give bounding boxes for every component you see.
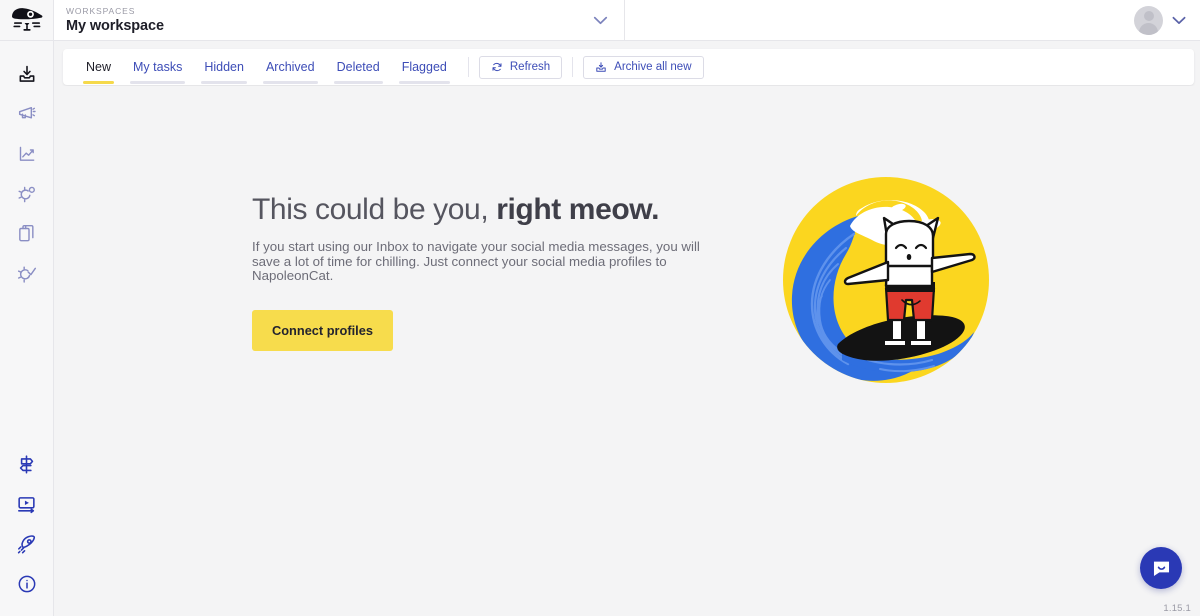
- sidebar-top-nav: [7, 41, 47, 294]
- connect-profiles-button[interactable]: Connect profiles: [252, 309, 393, 351]
- archive-all-new-button[interactable]: Archive all new: [583, 55, 704, 79]
- workspace-chevron[interactable]: [593, 16, 624, 25]
- empty-state-illustration: [780, 174, 992, 386]
- empty-state-title-bold: right meow.: [496, 193, 660, 226]
- megaphone-icon: [18, 106, 36, 119]
- tab-new[interactable]: New: [75, 49, 122, 85]
- tab-label: New: [86, 60, 112, 74]
- tab-underline: [83, 81, 115, 84]
- empty-state-copy: This could be you, right meow. If you st…: [252, 174, 707, 351]
- sidebar-item-inbox[interactable]: [7, 54, 47, 94]
- inbox-tabs: New My tasks Hidden Archived Deleted Fla: [75, 49, 458, 85]
- workspace-name: My workspace: [66, 17, 164, 34]
- tab-label: Deleted: [336, 60, 380, 74]
- sidebar-item-whats-new[interactable]: [7, 524, 47, 564]
- tab-flagged[interactable]: Flagged: [391, 49, 458, 85]
- app-root: WORKSPACES My workspace New My tasks Hid…: [0, 0, 1200, 616]
- rocket-icon: [17, 534, 36, 554]
- sidebar-item-help[interactable]: [7, 564, 47, 604]
- inbox-toolbar: New My tasks Hidden Archived Deleted Fla: [63, 49, 1194, 85]
- signpost-icon: [19, 454, 34, 474]
- tab-deleted[interactable]: Deleted: [326, 49, 391, 85]
- chat-bubble-smile-icon: [1153, 561, 1169, 576]
- sidebar-item-moderation[interactable]: [7, 254, 47, 294]
- sidebar-item-tutorials[interactable]: [7, 484, 47, 524]
- app-logo[interactable]: [0, 0, 54, 41]
- tab-archived[interactable]: Archived: [255, 49, 326, 85]
- tab-underline: [130, 81, 186, 84]
- copy-pages-icon: [18, 224, 34, 242]
- tab-underline: [201, 81, 247, 84]
- chevron-down-icon: [1172, 16, 1186, 24]
- empty-state-title: This could be you, right meow.: [252, 192, 707, 228]
- workspace-kicker: WORKSPACES: [66, 5, 136, 16]
- toolbar-divider: [572, 57, 574, 77]
- toolbar-divider: [467, 57, 469, 77]
- napoleoncat-cat-logo-icon: [11, 8, 42, 31]
- main-content: This could be you, right meow. If you st…: [54, 86, 1200, 616]
- tab-label: Archived: [265, 60, 315, 74]
- left-sidebar: [0, 0, 54, 616]
- tab-hidden[interactable]: Hidden: [193, 49, 255, 85]
- refresh-button[interactable]: Refresh: [478, 55, 563, 79]
- chevron-down-icon: [593, 16, 608, 24]
- video-player-icon: [18, 496, 35, 513]
- workspace-text: WORKSPACES My workspace: [66, 6, 593, 35]
- tab-label: Hidden: [204, 60, 244, 74]
- inbox-tray-icon: [19, 65, 34, 82]
- sidebar-item-content[interactable]: [7, 214, 47, 254]
- tab-underline: [333, 81, 383, 84]
- refresh-label: Refresh: [509, 61, 551, 73]
- app-version: 1.15.1: [1163, 603, 1191, 614]
- top-bar: WORKSPACES My workspace: [54, 0, 1200, 41]
- inbox-empty-state: This could be you, right meow. If you st…: [252, 174, 992, 386]
- info-circle-icon: [18, 575, 35, 593]
- sidebar-bottom-nav: [7, 444, 47, 616]
- tab-label: My tasks: [133, 60, 183, 74]
- user-menu[interactable]: [1134, 5, 1186, 35]
- empty-state-title-light: This could be you,: [252, 193, 489, 226]
- gear-automation-icon: [17, 186, 35, 203]
- tab-label: Flagged: [401, 60, 447, 74]
- refresh-circular-arrow-icon: [492, 62, 502, 72]
- workspace-selector[interactable]: WORKSPACES My workspace: [54, 0, 625, 40]
- intercom-launcher[interactable]: [1140, 547, 1182, 589]
- topbar-right: [625, 0, 1200, 40]
- sidebar-item-getting-started[interactable]: [7, 444, 47, 484]
- sidebar-item-analytics[interactable]: [7, 134, 47, 174]
- archive-label: Archive all new: [614, 61, 692, 73]
- surfing-cat-illustration-icon: [783, 177, 989, 383]
- archive-tray-icon: [596, 62, 606, 72]
- tab-underline: [398, 81, 450, 84]
- line-chart-icon: [19, 146, 34, 161]
- sidebar-item-publisher[interactable]: [7, 94, 47, 134]
- tab-my-tasks[interactable]: My tasks: [122, 49, 193, 85]
- sidebar-item-automation[interactable]: [7, 174, 47, 214]
- empty-state-body: If you start using our Inbox to navigate…: [252, 239, 700, 284]
- avatar: [1134, 5, 1163, 35]
- gear-check-icon: [17, 266, 36, 283]
- tab-underline: [262, 81, 318, 84]
